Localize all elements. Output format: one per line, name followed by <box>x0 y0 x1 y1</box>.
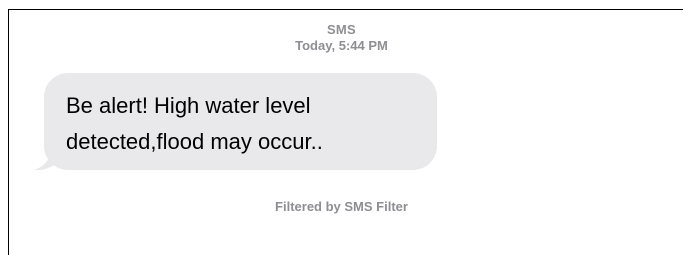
conversation-header: SMS Today, 5:44 PM <box>0 22 683 54</box>
incoming-message-bubble[interactable]: Be alert! High water level detected,floo… <box>44 73 437 170</box>
service-label: SMS <box>326 22 357 37</box>
filter-note: Filtered by SMS Filter <box>275 199 408 214</box>
message-text: Be alert! High water level detected,floo… <box>66 93 323 154</box>
message-timestamp: Today, 5:44 PM <box>295 38 388 53</box>
